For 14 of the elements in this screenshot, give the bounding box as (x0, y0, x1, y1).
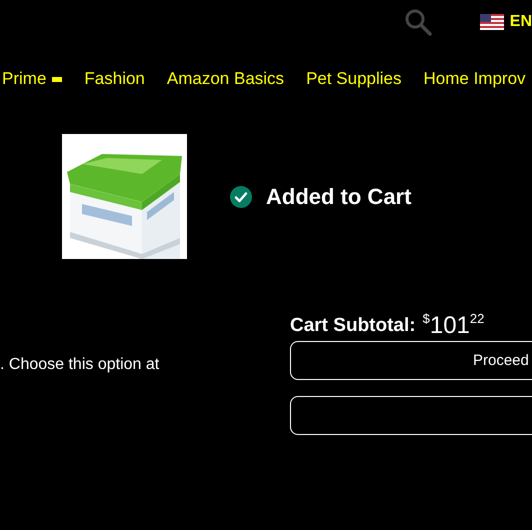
nav-link[interactable]: Home Improv (424, 69, 526, 89)
check-icon (230, 186, 252, 208)
nav-link[interactable]: Fashion (84, 69, 145, 89)
nav-link[interactable]: Amazon Basics (166, 69, 284, 89)
nav-link[interactable]: Pet Supplies (306, 69, 402, 89)
subtotal-label: Cart Subtotal: (290, 315, 416, 337)
status-title: Added to Cart (266, 184, 412, 210)
flag-icon[interactable] (480, 14, 504, 30)
note-text: . Choose this option at (0, 356, 160, 374)
nav-link[interactable]: Prime (2, 69, 62, 89)
subtotal-price: $^{$}$101$^{22}$ (422, 311, 484, 340)
cart-button[interactable] (290, 396, 532, 435)
language-label[interactable]: EN (510, 13, 532, 31)
proceed-button[interactable]: Proceed (290, 341, 532, 380)
